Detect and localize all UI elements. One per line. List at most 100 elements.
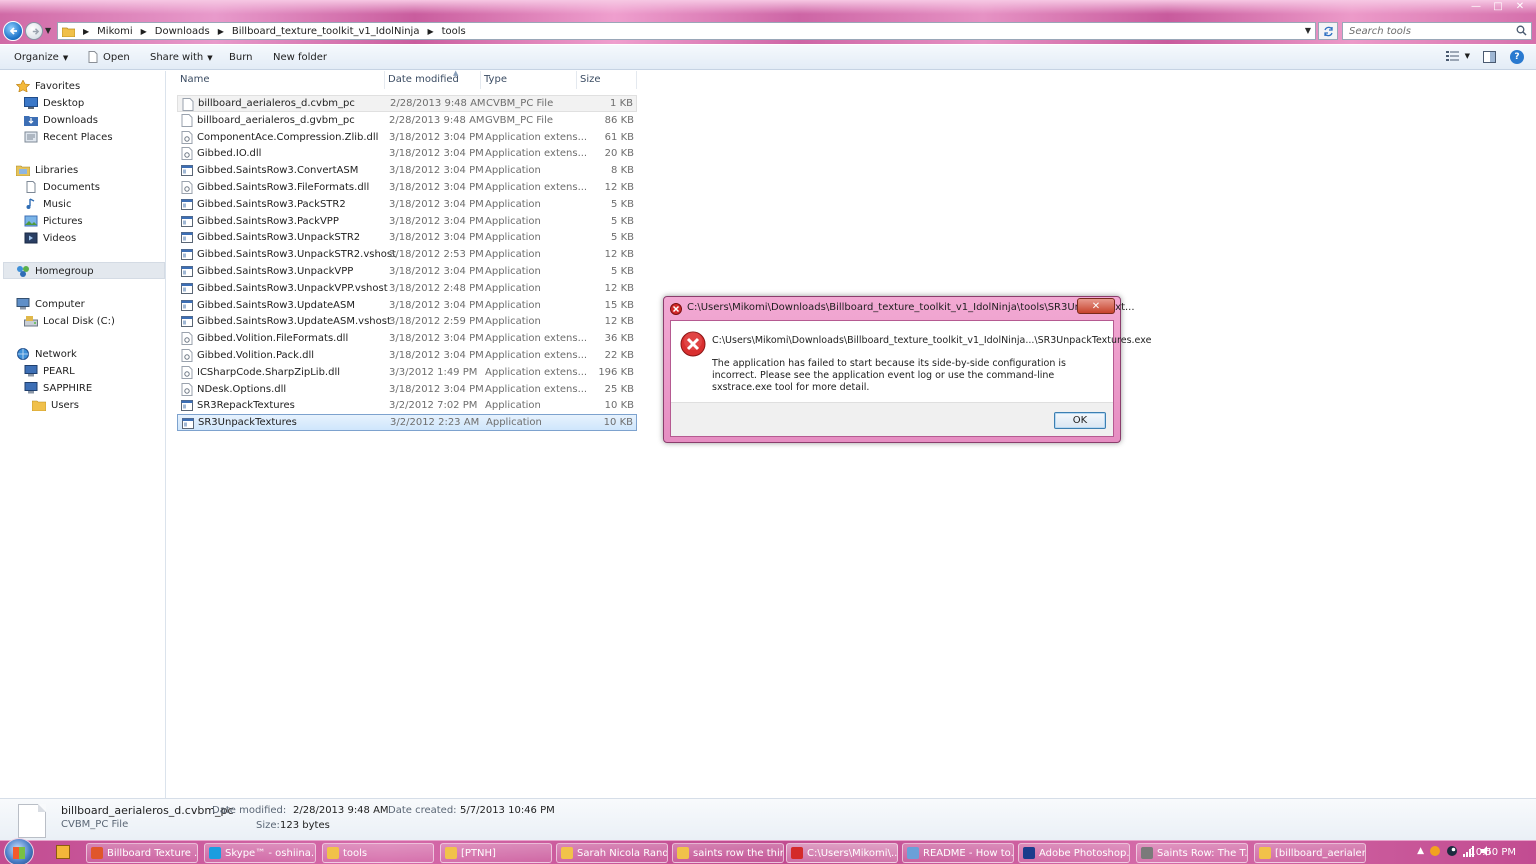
nav-videos[interactable]: Videos [24,232,76,244]
nav-favorites[interactable]: Favorites [16,80,80,92]
file-row[interactable]: SR3RepackTextures 3/2/2012 7:02 PM Applica… [177,397,637,414]
file-row[interactable]: Gibbed.SaintsRow3.ConvertASM 3/18/2012 3:… [177,162,637,179]
quicklaunch-icon[interactable] [56,845,70,859]
file-row[interactable]: billboard_aerialeros_d.gvbm_pc 2/28/2013 … [177,112,637,129]
file-row[interactable]: Gibbed.SaintsRow3.PackSTR2 3/18/2012 3:04… [177,196,637,213]
exe-icon [181,282,193,294]
recent-pages-dropdown[interactable]: ▼ [45,26,51,35]
breadcrumb-toolkit[interactable]: Billboard_texture_toolkit_v1_IdolNinja [232,26,420,37]
taskbar-item[interactable]: Adobe Photoshop... [1018,843,1130,863]
dialog-path: C:\Users\Mikomi\Downloads\Billboard_text… [712,335,1152,346]
dialog-close-button[interactable]: ✕ [1077,298,1115,314]
file-row[interactable]: NDesk.Options.dll 3/18/2012 3:04 PM Applic… [177,381,637,398]
file-row[interactable]: Gibbed.IO.dll 3/18/2012 3:04 PM Applicatio… [177,145,637,162]
nav-pictures[interactable]: Pictures [24,215,83,227]
file-row[interactable]: ICSharpCode.SharpZipLib.dll 3/3/2012 1:49… [177,364,637,381]
nav-network[interactable]: Network [16,348,77,360]
nav-recent-places[interactable]: Recent Places [24,131,113,143]
refresh-button[interactable] [1318,22,1338,40]
file-row[interactable]: Gibbed.SaintsRow3.UpdateASM 3/18/2012 3:0… [177,297,637,314]
steam-icon[interactable] [1446,845,1458,857]
address-bar[interactable]: ▶ Mikomi ▶ Downloads ▶ Billboard_texture… [57,22,1316,40]
maximize-button[interactable]: □ [1488,0,1508,14]
search-input[interactable]: Search tools [1342,22,1532,40]
file-row[interactable]: Gibbed.SaintsRow3.PackVPP 3/18/2012 3:04 … [177,213,637,230]
taskbar-item[interactable]: Skype™ - oshiina... [204,843,316,863]
column-header-type[interactable]: Type [481,71,577,89]
file-row[interactable]: Gibbed.SaintsRow3.UnpackVPP 3/18/2012 3:0… [177,263,637,280]
breadcrumb-separator[interactable]: ▶ [141,27,147,36]
file-row[interactable]: Gibbed.SaintsRow3.UpdateASM.vshost 3/18/2… [177,313,637,330]
file-type: Application [485,198,541,210]
file-type: CVBM_PC File [486,98,554,109]
file-row[interactable]: Gibbed.SaintsRow3.UnpackSTR2.vshost 3/18/… [177,246,637,263]
app-icon [561,847,573,859]
exe-icon [181,165,193,177]
help-button[interactable]: ? [1510,50,1524,64]
clock[interactable]: 10:50 PM [1469,847,1516,858]
ok-button[interactable]: OK [1054,412,1106,429]
file-row[interactable]: Gibbed.SaintsRow3.FileFormats.dll 3/18/20… [177,179,637,196]
file-row[interactable]: billboard_aerialeros_d.cvbm_pc 2/28/2013 … [177,95,637,112]
navigation-pane: Favorites Desktop Downloads Recent Place… [0,71,166,798]
show-hidden-icons-icon[interactable]: ▲ [1417,846,1424,856]
taskbar-item[interactable]: Saints Row: The T... [1136,843,1248,863]
minimize-button[interactable]: — [1466,0,1486,14]
taskbar-item[interactable]: Sarah Nicola Rand... [556,843,668,863]
music-icon [26,198,35,209]
tray-app-icon[interactable] [1429,845,1441,857]
nav-libraries[interactable]: Libraries [16,164,78,176]
taskbar-item[interactable]: [PTNH] [440,843,552,863]
preview-pane-button[interactable] [1483,51,1496,63]
breadcrumb-separator[interactable]: ▶ [218,27,224,36]
change-view-button[interactable]: ▼ [1445,51,1470,61]
open-button[interactable]: Open [88,51,130,63]
address-dropdown-icon[interactable]: ▼ [1305,26,1311,35]
nav-computer[interactable]: Computer [16,298,85,310]
app-icon [209,847,221,859]
taskbar-item[interactable]: saints row the third [672,843,784,863]
file-row[interactable]: SR3UnpackTextures 3/2/2012 2:23 AM Applica… [177,414,637,432]
search-icon[interactable] [1516,25,1527,36]
forward-button[interactable] [25,22,43,40]
file-row[interactable]: Gibbed.SaintsRow3.UnpackSTR2 3/18/2012 3:… [177,229,637,246]
taskbar-item[interactable]: C:\Users\Mikomi\... [786,843,898,863]
chevron-down-icon[interactable]: ▼ [1465,52,1470,60]
breadcrumb-separator[interactable]: ▶ [427,27,433,36]
taskbar-item[interactable]: README - How to... [902,843,1014,863]
column-header-size[interactable]: Size [577,71,637,89]
nav-sapphire[interactable]: SAPPHIRE [24,382,92,394]
column-header-name[interactable]: Name [177,71,385,89]
taskbar-item[interactable]: Billboard Texture ... [86,843,198,863]
file-row[interactable]: Gibbed.Volition.FileFormats.dll 3/18/2012… [177,330,637,347]
chevron-down-icon: ▼ [62,53,69,62]
nav-desktop[interactable]: Desktop [24,97,84,109]
dll-icon [181,365,193,379]
nav-pearl[interactable]: PEARL [24,365,75,377]
start-button[interactable] [4,838,34,864]
nav-homegroup[interactable]: Homegroup [16,265,94,277]
close-window-button[interactable]: ✕ [1510,0,1530,14]
breadcrumb-tools[interactable]: tools [442,26,466,37]
nav-downloads[interactable]: Downloads [24,114,98,126]
burn-button[interactable]: Burn [229,52,252,63]
back-button[interactable] [3,21,23,41]
breadcrumb-downloads[interactable]: Downloads [155,26,210,37]
taskbar-item-label: saints row the third [693,847,784,859]
file-row[interactable]: Gibbed.SaintsRow3.UnpackVPP.vshost 3/18/2… [177,280,637,297]
nav-music[interactable]: Music [24,198,71,210]
nav-local-disk[interactable]: Local Disk (C:) [24,315,115,327]
file-row[interactable]: Gibbed.Volition.Pack.dll 3/18/2012 3:04 P… [177,347,637,364]
file-date: 3/18/2012 3:04 PM [389,299,484,311]
column-header-date[interactable]: Date modified [385,71,481,89]
breadcrumb-mikomi[interactable]: Mikomi [97,26,132,37]
organize-button[interactable]: Organize ▼ [14,52,68,63]
taskbar-item[interactable]: tools [322,843,434,863]
nav-documents[interactable]: Documents [24,181,100,193]
file-row[interactable]: ComponentAce.Compression.Zlib.dll 3/18/20… [177,129,637,146]
nav-users[interactable]: Users [32,399,79,411]
taskbar: Billboard Texture ... Skype™ - oshiina...… [0,838,1536,864]
share-with-button[interactable]: Share with ▼ [150,52,213,63]
taskbar-item[interactable]: [billboard_aerialer... [1254,843,1366,863]
new-folder-button[interactable]: New folder [273,52,327,63]
